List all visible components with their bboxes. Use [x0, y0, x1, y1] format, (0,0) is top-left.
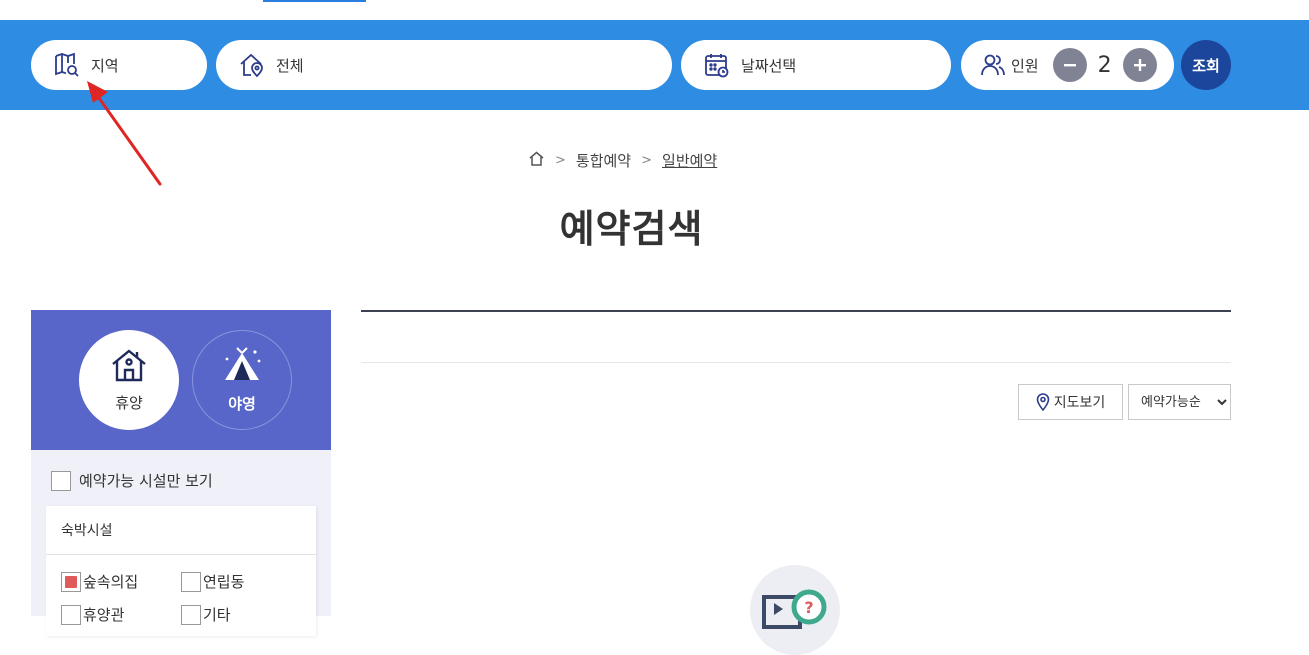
facility-checkbox[interactable] [181, 604, 201, 625]
facility-option[interactable]: 휴양관 [61, 604, 181, 625]
facility-label: 기타 [203, 606, 231, 624]
no-results-illustration: ? [750, 565, 840, 655]
search-question-icon: ? [762, 589, 827, 629]
type-camp-label: 야영 [228, 394, 256, 413]
facility-label: 숲속의집 [83, 573, 139, 591]
sort-select[interactable]: 예약가능순 [1128, 384, 1231, 420]
people-count: 2 [1097, 52, 1112, 78]
breadcrumb-integrated-reservation[interactable]: 통합예약 [576, 150, 631, 171]
map-pin-icon [1036, 393, 1050, 411]
increase-people-button[interactable] [1122, 48, 1157, 82]
category-selector[interactable]: 전체 [216, 40, 672, 90]
type-rest-label: 휴양 [115, 393, 143, 412]
facility-label: 휴양관 [83, 606, 125, 624]
plus-icon [1133, 59, 1146, 71]
minus-icon [1063, 64, 1076, 67]
facility-panel: 숙박시설 숲속의집 연립동 휴양관 기타 [46, 506, 316, 636]
type-rest-button[interactable]: 휴양 [79, 330, 179, 430]
facility-options: 숲속의집 연립동 휴양관 기타 [46, 555, 316, 625]
breadcrumb-general-reservation[interactable]: 일반예약 [662, 150, 717, 171]
type-camp-button[interactable]: 야영 [192, 330, 292, 430]
facility-checkbox[interactable] [61, 604, 81, 625]
map-view-button[interactable]: 지도보기 [1018, 384, 1123, 420]
decrease-people-button[interactable] [1052, 48, 1087, 82]
search-button[interactable]: 조회 [1181, 40, 1231, 90]
house-icon [111, 348, 147, 386]
svg-text:?: ? [804, 598, 813, 617]
tent-icon [222, 346, 262, 387]
results-top-divider [361, 310, 1231, 312]
home-icon[interactable] [528, 150, 545, 171]
facility-option[interactable]: 기타 [181, 604, 301, 625]
results-divider [361, 362, 1231, 363]
region-label: 지역 [91, 56, 119, 75]
people-label: 인원 [1011, 56, 1039, 75]
available-only-toggle[interactable]: 예약가능 시설만 보기 [51, 470, 213, 491]
facility-option[interactable]: 숲속의집 [61, 571, 181, 592]
facility-section-title: 숙박시설 [46, 506, 316, 555]
map-view-label: 지도보기 [1053, 395, 1106, 411]
available-only-label: 예약가능 시설만 보기 [79, 472, 213, 490]
facility-type-selector: 휴양 야영 [31, 310, 331, 450]
available-only-checkbox[interactable] [51, 470, 71, 491]
facility-option[interactable]: 연립동 [181, 571, 301, 592]
calendar-icon [703, 51, 731, 79]
facility-label: 연립동 [203, 573, 245, 591]
breadcrumb: > 통합예약 > 일반예약 [528, 150, 717, 171]
people-selector: 인원 2 [961, 40, 1174, 90]
category-label: 전체 [276, 56, 304, 75]
home-location-icon [238, 51, 266, 79]
top-tab-indicator [263, 0, 366, 2]
map-search-icon [53, 51, 81, 79]
search-bar: 지역 전체 날짜선택 인원 2 조회 [0, 20, 1309, 110]
facility-checkbox[interactable] [181, 571, 201, 592]
sidebar-filter: 휴양 야영 예약가능 시설만 보기 숙박시설 숲속의집 연립동 휴양관 기타 [31, 310, 331, 636]
date-label: 날짜선택 [741, 56, 797, 75]
red-annotation-arrow [87, 81, 162, 186]
page-title: 예약검색 [559, 207, 704, 251]
people-icon [979, 51, 1007, 79]
date-selector[interactable]: 날짜선택 [681, 40, 951, 90]
facility-checkbox[interactable] [61, 571, 81, 592]
chevron-right-icon: > [555, 153, 566, 168]
chevron-right-icon: > [641, 153, 653, 168]
